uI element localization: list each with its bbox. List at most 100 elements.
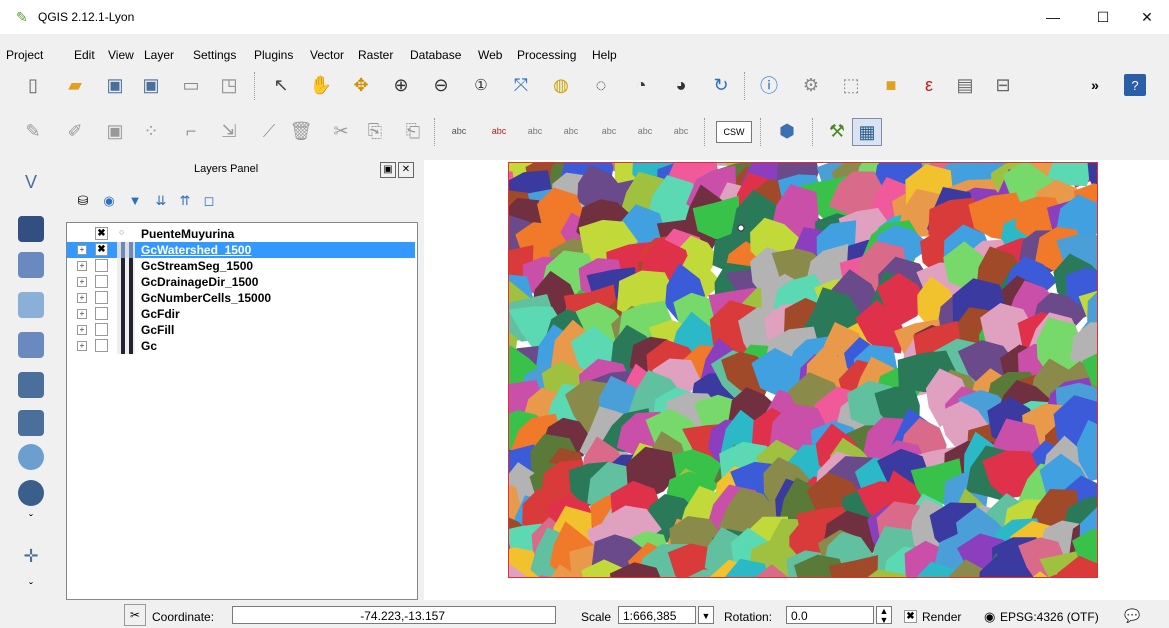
layer-checkbox[interactable] (95, 259, 108, 272)
expand-all-icon[interactable]: ⇊ (152, 192, 170, 210)
help-icon[interactable]: ? (1124, 74, 1146, 96)
menu-settings[interactable]: Settings (193, 48, 236, 62)
watershed-raster-map[interactable] (508, 162, 1098, 578)
layer-row[interactable]: + GcNumberCells_15000 (67, 290, 415, 306)
layer-row[interactable]: + Gc (67, 338, 415, 354)
select-features-icon[interactable]: ⬚ (836, 70, 866, 100)
menu-edit[interactable]: Edit (74, 48, 95, 62)
refresh-icon[interactable]: ↻ (706, 70, 736, 100)
highlight-pinned-labels-icon[interactable]: abc (520, 116, 550, 146)
expand-toolbar-icon[interactable]: ˇ (18, 512, 44, 528)
diagram-options-icon[interactable]: abc (484, 116, 514, 146)
add-spatialite-layer-icon[interactable] (18, 292, 44, 318)
add-point-icon[interactable]: ⁘ (136, 116, 166, 146)
touch-zoom-icon[interactable]: ↖ (266, 70, 296, 100)
menu-help[interactable]: Help (592, 48, 617, 62)
raster-calculator-icon[interactable]: ▦ (852, 118, 882, 146)
add-wms-layer-icon[interactable] (18, 410, 44, 436)
layer-checkbox[interactable] (95, 323, 108, 336)
close-panel-icon[interactable]: ✕ (398, 162, 414, 178)
add-wfs-layer-icon[interactable] (18, 480, 44, 506)
toggle-coordinates-icon[interactable]: ✂ (124, 604, 146, 626)
minimize-button[interactable]: — (1031, 4, 1075, 30)
move-feature-icon[interactable]: ⇲ (214, 116, 244, 146)
layer-row[interactable]: + GcFill (67, 322, 415, 338)
cut-features-icon[interactable]: ✂ (326, 116, 356, 146)
expand-layer-icon[interactable]: + (77, 277, 87, 287)
plugin-tool-icon[interactable]: ⚒ (822, 116, 852, 146)
layer-row[interactable]: + GcStreamSeg_1500 (67, 258, 415, 274)
zoom-next-icon[interactable]: ◕ (666, 70, 696, 100)
menu-database[interactable]: Database (410, 48, 461, 62)
toggle-editing-icon[interactable]: ✐ (60, 116, 90, 146)
maximize-button[interactable]: ☐ (1081, 4, 1125, 30)
add-delimited-text-icon[interactable]: ✛ (18, 546, 44, 572)
menu-raster[interactable]: Raster (358, 48, 393, 62)
expand-layer-icon[interactable]: + (77, 341, 87, 351)
remove-layer-icon[interactable]: ◻ (200, 192, 218, 210)
add-line-icon[interactable]: ⌐ (176, 116, 206, 146)
add-oracle-layer-icon[interactable] (18, 372, 44, 398)
field-calculator-icon[interactable]: ε (914, 70, 944, 100)
close-button[interactable]: ✕ (1125, 4, 1169, 30)
layer-row[interactable]: + ✖ GcWatershed_1500 (67, 242, 415, 258)
new-project-icon[interactable]: ▯ (18, 70, 48, 100)
scale-dropdown-icon[interactable]: ▼ (698, 606, 714, 624)
menu-plugins[interactable]: Plugins (254, 48, 293, 62)
menu-project[interactable]: Project (6, 48, 43, 62)
new-print-composer-icon[interactable]: ▭ (176, 70, 206, 100)
identify-features-icon[interactable]: ⓘ (754, 70, 784, 100)
collapse-all-icon[interactable]: ⇈ (176, 192, 194, 210)
pan-to-selection-icon[interactable]: ✥ (346, 70, 376, 100)
layer-checkbox[interactable] (95, 275, 108, 288)
zoom-out-icon[interactable]: ⊖ (426, 70, 456, 100)
zoom-in-icon[interactable]: ⊕ (386, 70, 416, 100)
add-mssql-layer-icon[interactable] (18, 332, 44, 358)
deselect-features-icon[interactable]: ■ (876, 70, 906, 100)
zoom-full-icon[interactable]: ⤧ (506, 70, 536, 100)
measure-icon[interactable]: ⚙ (796, 70, 826, 100)
menu-layer[interactable]: Layer (144, 48, 174, 62)
rotation-spinner-icon[interactable]: ▲ ▼ (876, 606, 892, 625)
menu-view[interactable]: View (108, 48, 134, 62)
crs-status[interactable]: EPSG:4326 (OTF) (1000, 610, 1099, 624)
expand-toolbar-2-icon[interactable]: ˇ (18, 580, 44, 596)
move-label-icon[interactable]: abc (630, 116, 660, 146)
composer-manager-icon[interactable]: ◳ (214, 70, 244, 100)
open-project-icon[interactable]: ▰ (60, 70, 90, 100)
crs-globe-icon[interactable]: ◉ (984, 609, 995, 625)
csw-icon[interactable]: CSW (716, 121, 752, 143)
coordinate-field[interactable]: -74.223,-13.157 (232, 606, 556, 624)
zoom-to-layer-icon[interactable]: ◌ (586, 70, 616, 100)
render-checkbox[interactable]: ✖ (904, 610, 917, 623)
map-canvas[interactable] (424, 160, 1169, 600)
zoom-to-selection-icon[interactable]: ◍ (546, 70, 576, 100)
manage-visibility-icon[interactable]: ◉ (100, 192, 118, 210)
add-vector-layer-icon[interactable]: V (18, 172, 44, 198)
expand-layer-icon[interactable]: + (77, 325, 87, 335)
python-console-icon[interactable]: ⬢ (772, 116, 802, 146)
current-edits-icon[interactable]: ✎ (18, 116, 48, 146)
layer-checkbox[interactable] (95, 339, 108, 352)
expand-layer-icon[interactable]: + (77, 261, 87, 271)
toolbar-overflow-icon[interactable]: » (1080, 70, 1110, 100)
layer-row[interactable]: ✖ ○ PuenteMuyurina (67, 226, 415, 242)
layer-checkbox[interactable] (95, 307, 108, 320)
pin-labels-icon[interactable]: abc (556, 116, 586, 146)
show-hide-labels-icon[interactable]: abc (594, 116, 624, 146)
node-tool-icon[interactable]: ⟋ (254, 116, 284, 146)
expand-layer-icon[interactable]: + (77, 309, 87, 319)
messages-icon[interactable]: 💬 (1124, 608, 1140, 624)
styling-icon[interactable]: ⛁ (74, 192, 92, 210)
float-panel-icon[interactable]: ▣ (380, 162, 396, 178)
zoom-native-icon[interactable]: ① (466, 70, 496, 100)
statistics-icon[interactable]: ⊟ (988, 70, 1018, 100)
add-wcs-layer-icon[interactable] (18, 444, 44, 470)
layer-row[interactable]: + GcDrainageDir_1500 (67, 274, 415, 290)
expand-layer-icon[interactable]: + (77, 245, 87, 255)
pan-hand-icon[interactable]: ✋ (306, 70, 336, 100)
zoom-last-icon[interactable]: ◔ (626, 70, 656, 100)
copy-features-icon[interactable]: ⎘ (360, 116, 390, 146)
layer-checkbox[interactable] (95, 291, 108, 304)
save-edits-icon[interactable]: ▣ (100, 116, 130, 146)
